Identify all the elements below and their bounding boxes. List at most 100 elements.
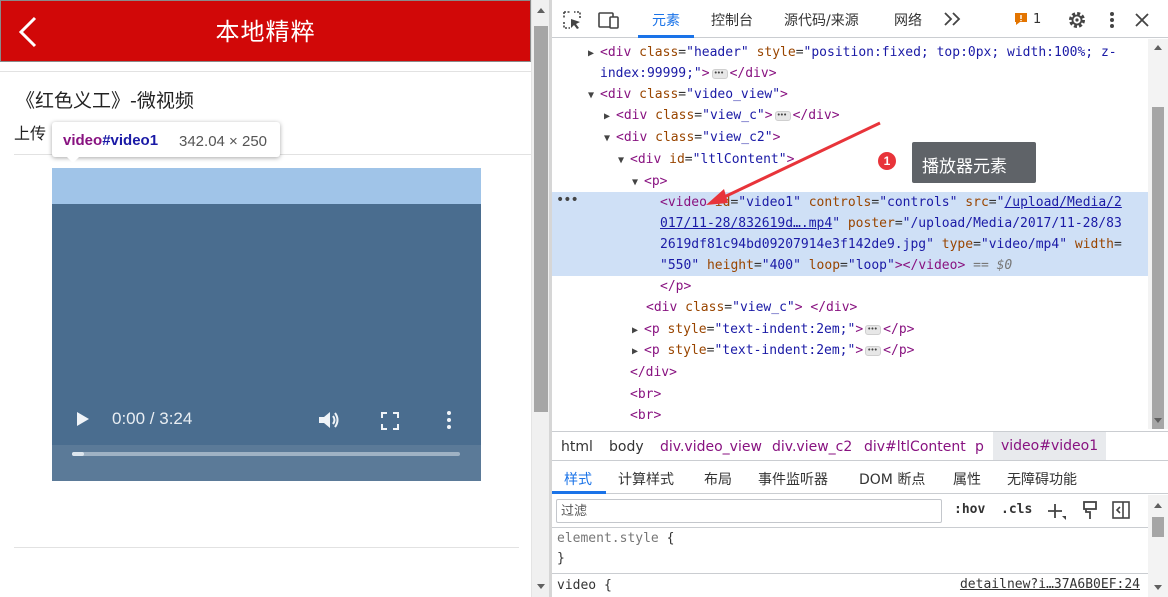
crumb-view-c2[interactable]: div.view_c2 (772, 439, 852, 455)
active-tab-indicator (638, 35, 694, 38)
breadcrumb: html body div.video_view div.view_c2 div… (552, 431, 1168, 461)
tab-dom-breakpoints[interactable]: DOM 断点 (859, 469, 925, 489)
crumb-video-view[interactable]: div.video_view (660, 439, 762, 455)
inspect-element-icon[interactable] (562, 10, 582, 30)
scroll-down-icon[interactable] (1154, 585, 1162, 590)
new-style-rule-icon[interactable] (1047, 502, 1067, 520)
expand-triangle-icon[interactable]: ▶ (632, 320, 644, 341)
video-style-rule[interactable]: video { (557, 576, 612, 596)
dom-node-p-indent-1[interactable]: ▶<p style="text-indent:2em;"></p> (552, 319, 1148, 340)
tab-sources[interactable]: 源代码/来源 (784, 10, 859, 30)
dom-tree-scrollbar[interactable] (1148, 39, 1168, 429)
dom-node-video-selected[interactable]: <video id="video1" controls="controls" s… (552, 192, 1148, 213)
video-progress-bar[interactable] (72, 452, 460, 456)
tab-console[interactable]: 控制台 (711, 10, 753, 30)
expand-triangle-icon[interactable]: ▶ (632, 341, 644, 362)
dom-node-header-cont[interactable]: index:99999;"></div> (552, 63, 1148, 84)
toggle-sidebar-icon[interactable] (1112, 501, 1130, 519)
scroll-up-icon[interactable] (1154, 503, 1162, 508)
dom-node-view-c[interactable]: ▶<div class="view_c"></div> (552, 105, 1148, 126)
expand-triangle-icon[interactable]: ▶ (588, 43, 600, 64)
close-icon[interactable] (1134, 12, 1150, 28)
collapsed-content-icon[interactable] (774, 105, 791, 126)
tab-elements[interactable]: 元素 (652, 10, 680, 30)
collapse-triangle-icon[interactable]: ▼ (618, 150, 630, 171)
tab-network[interactable]: 网络 (894, 10, 922, 30)
video-src-link-cont[interactable]: 017/11-28/832619d….mp4 (660, 216, 832, 231)
collapsed-content-icon[interactable] (711, 63, 728, 84)
collapsed-content-icon[interactable] (865, 319, 882, 340)
customize-menu-icon[interactable] (1108, 10, 1116, 30)
node-actions-icon[interactable]: ••• (556, 192, 579, 208)
class-toggle[interactable]: .cls (1001, 502, 1032, 517)
dom-node-p[interactable]: ▼ <p> (552, 171, 1148, 192)
crumb-video-selected[interactable]: video#video1 (993, 432, 1107, 460)
styles-scrollbar[interactable] (1148, 495, 1168, 597)
dom-node-video-view[interactable]: ▼ <div class="video_view"> (552, 84, 1148, 105)
controls-bar (52, 445, 481, 481)
mobile-page: 本地精粹 《红色义工》-微视频 上传 0:00 / 3:24 video#vid… (0, 0, 531, 597)
video-src-link[interactable]: /upload/Media/2 (1004, 195, 1121, 210)
more-tabs-icon[interactable] (943, 12, 961, 26)
tab-accessibility[interactable]: 无障碍功能 (1007, 469, 1077, 489)
crumb-p[interactable]: p (975, 439, 984, 455)
tab-layout[interactable]: 布局 (704, 469, 732, 489)
volume-icon[interactable] (318, 410, 340, 430)
style-source-link[interactable]: detailnew?i…37A6B0EF:24 (960, 577, 1140, 592)
dom-node-video-selected-4[interactable]: "550" height="400" loop="loop"></video> … (552, 255, 1148, 276)
settings-gear-icon[interactable] (1067, 10, 1087, 30)
scroll-down-icon[interactable] (1154, 418, 1162, 423)
tooltip-element-name: video#video1 (63, 132, 158, 149)
scrollbar-thumb[interactable] (1152, 517, 1164, 537)
hover-state-toggle[interactable]: :hov (954, 502, 985, 517)
dom-tree: ▶ <div class="header" style="position:fix… (552, 39, 1148, 429)
crumb-body[interactable]: body (609, 439, 644, 455)
issues-flag-icon[interactable] (1014, 12, 1028, 26)
collapse-triangle-icon[interactable]: ▼ (588, 85, 600, 106)
dom-node-view-c-2[interactable]: <div class="view_c"> </div> (552, 297, 1148, 318)
expand-triangle-icon[interactable]: ▶ (604, 106, 616, 127)
collapsed-content-icon[interactable] (865, 340, 882, 361)
crumb-ltlcontent[interactable]: div#ltlContent (864, 439, 966, 455)
dom-node-header[interactable]: ▶ <div class="header" style="position:fix… (552, 42, 1148, 63)
video-player[interactable]: 0:00 / 3:24 (52, 168, 481, 481)
tooltip-arrow (66, 156, 80, 163)
divider (0, 71, 531, 72)
tab-properties[interactable]: 属性 (953, 469, 981, 489)
dom-node-br[interactable]: <br> (552, 405, 1148, 426)
dom-node-view-c2[interactable]: ▼ <div class="view_c2"> (552, 127, 1148, 148)
device-toolbar-icon[interactable] (598, 10, 620, 30)
page-header: 本地精粹 (0, 0, 531, 62)
paint-brush-icon[interactable] (1082, 501, 1098, 520)
crumb-html[interactable]: html (561, 439, 593, 455)
styles-toolbar: :hov .cls (552, 494, 1168, 528)
collapse-triangle-icon[interactable]: ▼ (604, 128, 616, 149)
dom-node-video-selected-2[interactable]: 017/11-28/832619d….mp4" poster="/upload/… (552, 213, 1148, 234)
scroll-down-icon[interactable] (537, 584, 545, 589)
page-title: 本地精粹 (215, 18, 316, 46)
styles-filter-input[interactable] (556, 499, 942, 523)
scrollbar-thumb[interactable] (1152, 107, 1164, 429)
more-options-icon[interactable] (446, 410, 452, 430)
dom-node-p-indent-2[interactable]: ▶<p style="text-indent:2em;"></p> (552, 340, 1148, 361)
collapse-triangle-icon[interactable]: ▼ (632, 172, 644, 193)
dom-node-div-close[interactable]: </div> (552, 362, 1148, 383)
fullscreen-icon[interactable] (381, 412, 399, 430)
dom-node-br[interactable]: <br> (552, 384, 1148, 405)
play-icon[interactable] (76, 411, 90, 427)
dom-node-video-selected-3[interactable]: 2619df81c94bd09207914e3f142de9.jpg" type… (552, 234, 1148, 255)
dom-node-ltlcontent[interactable]: ▼ <div id="ltlContent"> (552, 149, 1148, 170)
tooltip-tag: video (63, 132, 103, 149)
tab-computed[interactable]: 计算样式 (618, 469, 674, 489)
video-selector: video (557, 578, 597, 593)
page-scrollbar[interactable] (531, 0, 549, 597)
tab-styles[interactable]: 样式 (564, 469, 592, 489)
dom-node-p-close[interactable]: </p> (552, 276, 1148, 297)
scrollbar-thumb[interactable] (534, 26, 548, 412)
inspect-margin-highlight (52, 168, 481, 204)
element-style-selector: element.style (557, 531, 659, 546)
element-style-rule[interactable]: element.style { (557, 529, 674, 549)
scroll-up-icon[interactable] (1154, 45, 1162, 50)
tab-event-listeners[interactable]: 事件监听器 (758, 469, 828, 489)
scroll-up-icon[interactable] (537, 8, 545, 13)
